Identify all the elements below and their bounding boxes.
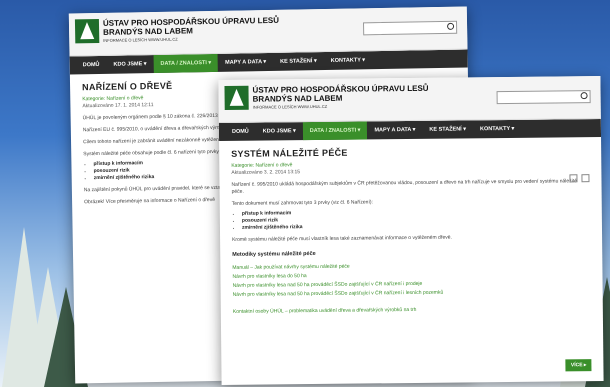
search-input[interactable] xyxy=(496,90,591,105)
search-icon[interactable] xyxy=(580,92,588,100)
page-title: SYSTÉM NÁLEŽITÉ PÉČE xyxy=(231,147,348,159)
search-input[interactable] xyxy=(363,20,458,36)
more-button[interactable]: VÍCE ▸ xyxy=(565,359,592,372)
site-logo[interactable]: ÚSTAV PRO HOSPODÁŘSKOU ÚPRAVU LESŮ BRAND… xyxy=(224,84,429,110)
section-heading: Metodiky systému náležité péče xyxy=(232,250,316,258)
nav-kontakty[interactable]: KONTAKTY ▾ xyxy=(324,51,373,70)
nav-kdo-jsme[interactable]: KDO JSME ▾ xyxy=(256,122,303,140)
tree-logo-icon xyxy=(74,18,100,44)
paragraph: Tento dokument musí zahrnovat tyto 3 prv… xyxy=(231,199,373,207)
search-icon[interactable] xyxy=(447,22,455,30)
nav-data-znalosti[interactable]: DATA / ZNALOSTI ▾ xyxy=(302,121,368,141)
tree-logo-icon xyxy=(224,85,249,110)
paragraph: Kromě systému náležité péče musí vlastní… xyxy=(232,234,452,243)
logo-line2: BRANDÝS NAD LABEM xyxy=(252,93,343,104)
contact-link[interactable]: Kontaktní osoby ÚHÚL – problematika uvád… xyxy=(233,304,591,317)
site-header: ÚSTAV PRO HOSPODÁŘSKOU ÚPRAVU LESŮ BRAND… xyxy=(68,6,468,57)
nav-mapy-a-data[interactable]: MAPY A DATA ▾ xyxy=(218,53,273,72)
nav-mapy-a-data[interactable]: MAPY A DATA ▾ xyxy=(367,121,422,140)
nav-ke-stazeni[interactable]: KE STAŽENÍ ▾ xyxy=(422,120,473,139)
article-tools xyxy=(569,174,590,183)
paragraph: Nařízení č. 995/2010 ukládá hospodářským… xyxy=(231,178,577,195)
logo-subtitle: INFORMACE O LESÍCH WWW.UHUL.CZ xyxy=(252,103,328,110)
nav-kdo-jsme[interactable]: KDO JSME ▾ xyxy=(106,55,153,74)
nav-ke-stazeni[interactable]: KE STAŽENÍ ▾ xyxy=(273,52,324,71)
print-icon[interactable] xyxy=(569,174,578,183)
nav-kontakty[interactable]: KONTAKTY ▾ xyxy=(473,120,522,139)
document-links: Manuál – Jak používat návrhy systému nál… xyxy=(232,260,590,300)
site-logo[interactable]: ÚSTAV PRO HOSPODÁŘSKOU ÚPRAVU LESŮ BRAND… xyxy=(74,16,279,44)
article: SYSTÉM NÁLEŽITÉ PÉČE Kategorie: Nařízení… xyxy=(219,137,603,325)
email-icon[interactable] xyxy=(581,174,590,183)
nav-data-znalosti[interactable]: DATA / ZNALOSTI ▾ xyxy=(153,53,219,74)
browser-window-system-nalezite-pece: ÚSTAV PRO HOSPODÁŘSKOU ÚPRAVU LESŮ BRAND… xyxy=(218,76,604,385)
nav-home[interactable]: DOMŮ xyxy=(76,56,107,75)
nav-home[interactable]: DOMŮ xyxy=(225,123,256,141)
bullet-list: přístup k informacím posouzení rizik zmí… xyxy=(242,207,590,232)
site-header: ÚSTAV PRO HOSPODÁŘSKOU ÚPRAVU LESŮ BRAND… xyxy=(218,76,601,124)
